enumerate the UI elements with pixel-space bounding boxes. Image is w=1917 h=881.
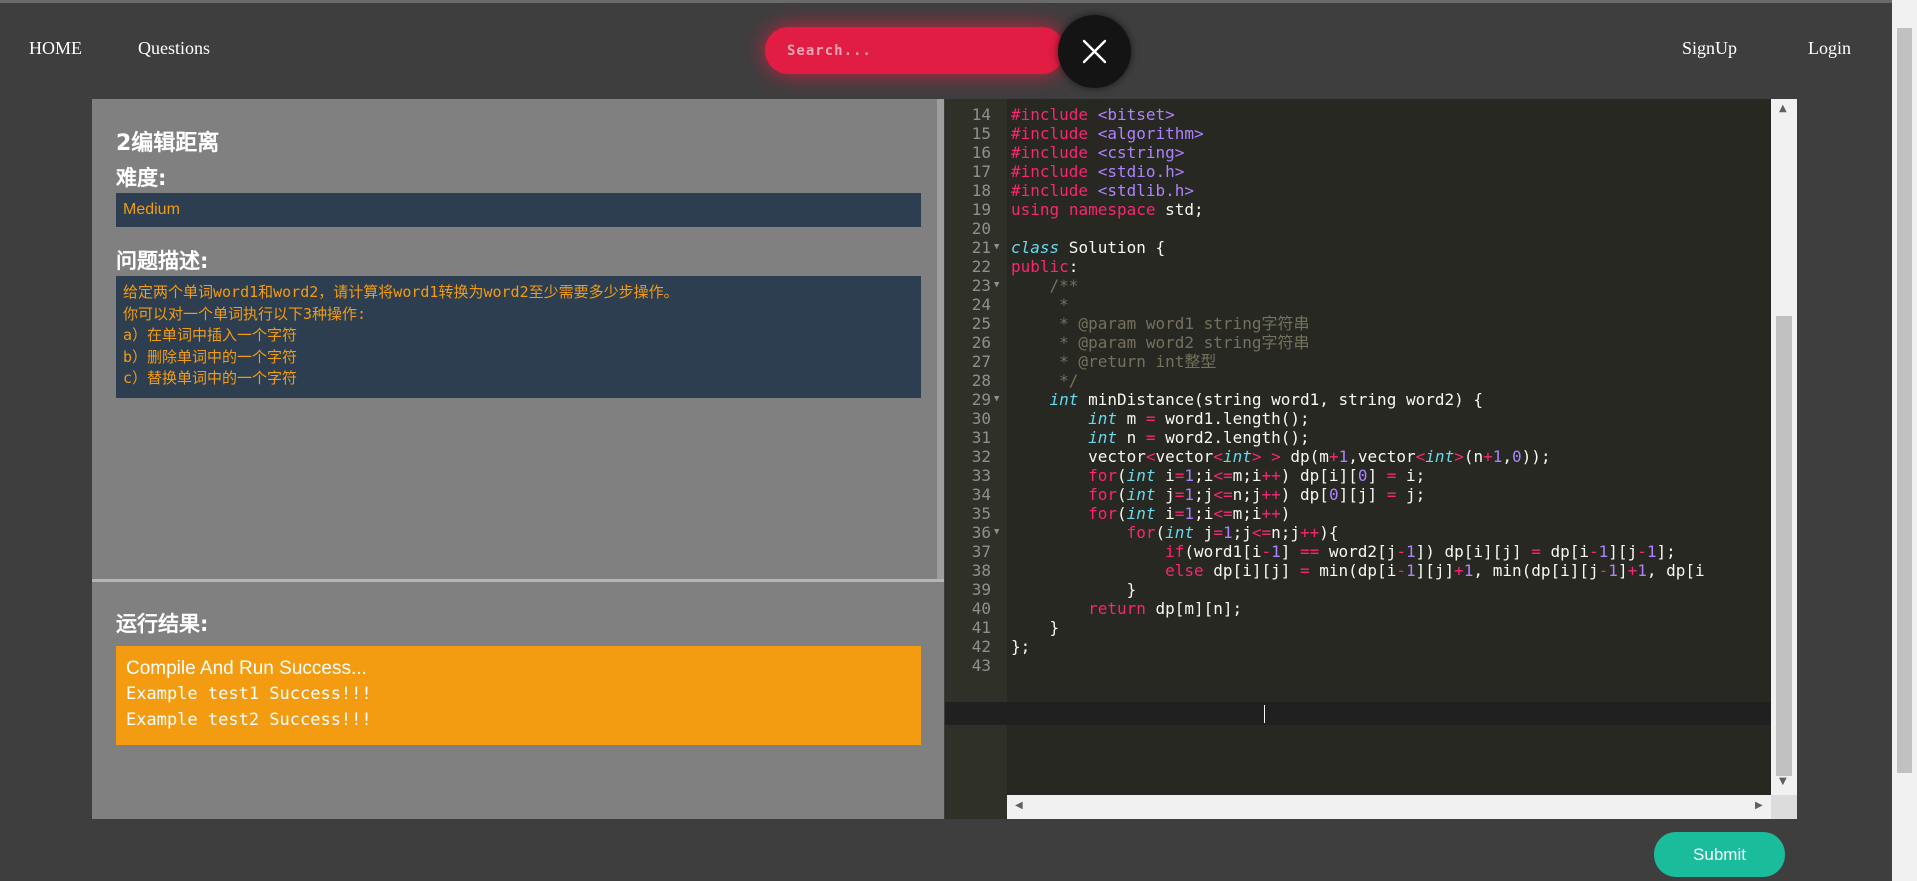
problem-title: 2编辑距离: [116, 131, 220, 156]
page-scrollbar[interactable]: [1892, 0, 1917, 881]
close-icon: [1082, 39, 1107, 64]
active-line-highlight: [945, 702, 1771, 725]
problem-panel-scrollbar[interactable]: [937, 99, 944, 579]
text-cursor: [1264, 705, 1265, 723]
search-bar: [765, 27, 1065, 74]
result-line: Example test2 Success!!!: [126, 710, 372, 730]
top-border: [0, 0, 1917, 3]
scroll-left-arrow-icon[interactable]: ◀: [1015, 800, 1023, 811]
scrollbar-corner: [1771, 795, 1797, 819]
editor-vertical-scrollbar-thumb[interactable]: [1776, 316, 1792, 776]
code-line[interactable]: 43: [945, 654, 1771, 677]
line-number: 43: [971, 656, 991, 675]
scroll-right-arrow-icon[interactable]: ▶: [1755, 800, 1763, 811]
difficulty-value: Medium: [116, 193, 921, 227]
search-input[interactable]: [787, 39, 1027, 63]
nav-home-link[interactable]: HOME: [29, 38, 82, 59]
code-editor[interactable]: 14 #include <bitset> 15 #include <algorithm…: [945, 99, 1797, 819]
search-close-button[interactable]: [1058, 15, 1131, 88]
problem-description: 给定两个单词word1和word2，请计算将word1转换为word2至少需要多…: [116, 276, 921, 398]
result-line: Compile And Run Success...: [126, 658, 367, 679]
result-line: Example test1 Success!!!: [126, 684, 372, 704]
editor-horizontal-scrollbar[interactable]: ◀ ▶: [1007, 795, 1771, 819]
nav-login-link[interactable]: Login: [1808, 38, 1851, 59]
submit-button[interactable]: Submit: [1654, 832, 1785, 877]
nav-signup-link[interactable]: SignUp: [1682, 38, 1737, 59]
page-scrollbar-thumb[interactable]: [1897, 28, 1912, 773]
description-label: 问题描述:: [116, 249, 209, 273]
result-label: 运行结果:: [116, 612, 209, 636]
editor-vertical-scrollbar[interactable]: ▲ ▼: [1771, 99, 1797, 795]
run-result-box: Compile And Run Success... Example test1…: [116, 646, 921, 745]
nav-questions-link[interactable]: Questions: [138, 38, 210, 59]
difficulty-label: 难度:: [116, 166, 167, 190]
scroll-up-arrow-icon[interactable]: ▲: [1779, 103, 1787, 114]
scroll-down-arrow-icon[interactable]: ▼: [1779, 776, 1787, 787]
